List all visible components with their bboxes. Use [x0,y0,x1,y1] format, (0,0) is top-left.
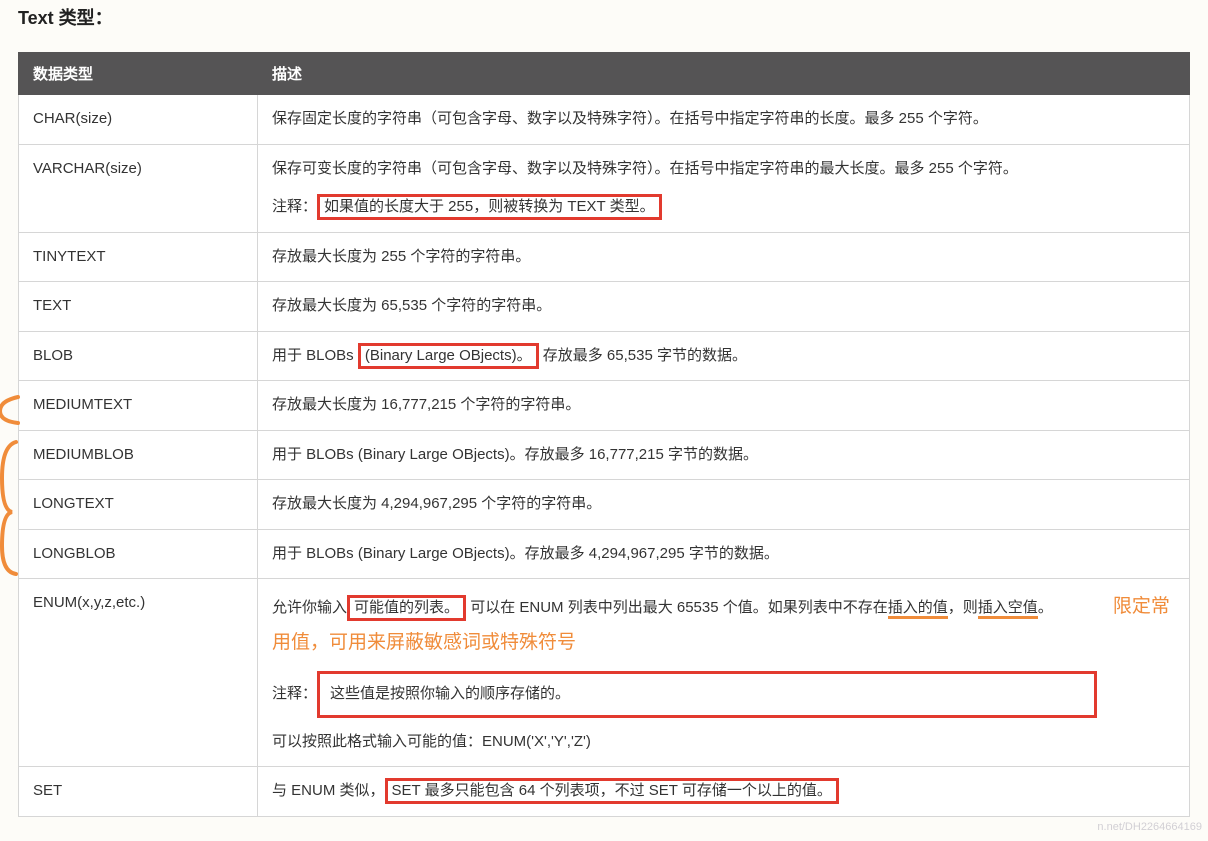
table-row: LONGBLOB 用于 BLOBs (Binary Large OBjects)… [19,529,1190,579]
highlight-box: (Binary Large OBjects)。 [358,343,539,369]
table-row: VARCHAR(size) 保存可变长度的字符串（可包含字母、数字以及特殊字符）… [19,144,1190,232]
cell-type: MEDIUMBLOB [19,430,258,480]
enum-example: 可以按照此格式输入可能的值：ENUM('X','Y','Z') [272,728,1175,757]
cell-type: LONGTEXT [19,480,258,530]
cell-desc: 存放最大长度为 16,777,215 个字符的字符串。 [258,381,1190,431]
cell-desc: 保存固定长度的字符串（可包含字母、数字以及特殊字符）。在括号中指定字符串的长度。… [258,95,1190,145]
cell-desc: 用于 BLOBs (Binary Large OBjects)。存放最多 16,… [258,430,1190,480]
underline-annotation: 插入空值 [978,599,1038,619]
cell-desc: 保存可变长度的字符串（可包含字母、数字以及特殊字符）。在括号中指定字符串的最大长… [258,144,1190,232]
enum-line1-end: 。 [1038,599,1053,616]
cell-desc: 存放最大长度为 65,535 个字符的字符串。 [258,282,1190,332]
table-row: SET 与 ENUM 类似，SET 最多只能包含 64 个列表项，不过 SET … [19,767,1190,817]
cell-desc: 存放最大长度为 255 个字符的字符串。 [258,232,1190,282]
cell-type: SET [19,767,258,817]
enum-line1: 允许你输入可能值的列表。 可以在 ENUM 列表中列出最大 65535 个值。如… [272,589,1175,661]
table-row: TINYTEXT 存放最大长度为 255 个字符的字符串。 [19,232,1190,282]
table-header-row: 数据类型 描述 [19,53,1190,95]
enum-note: 注释： 这些值是按照你输入的顺序存储的。 [272,671,1175,718]
cell-type: CHAR(size) [19,95,258,145]
cell-desc: 允许你输入可能值的列表。 可以在 ENUM 列表中列出最大 65535 个值。如… [258,579,1190,767]
cell-type: BLOB [19,331,258,381]
blob-post: 存放最多 65,535 字节的数据。 [543,347,747,364]
table-row: LONGTEXT 存放最大长度为 4,294,967,295 个字符的字符串。 [19,480,1190,530]
note-prefix: 注释： [272,198,317,215]
note-prefix: 注释： [272,685,317,702]
cell-desc: 存放最大长度为 4,294,967,295 个字符的字符串。 [258,480,1190,530]
cell-type: VARCHAR(size) [19,144,258,232]
th-type: 数据类型 [19,53,258,95]
enum-line1-mid: 可以在 ENUM 列表中列出最大 65535 个值。如果列表中不存在 [470,599,888,616]
table-row: ENUM(x,y,z,etc.) 允许你输入可能值的列表。 可以在 ENUM 列… [19,579,1190,767]
blob-pre: 用于 BLOBs [272,347,358,364]
annotation-bracket-icon [0,438,20,578]
annotation-curve-icon [0,395,22,425]
set-pre: 与 ENUM 类似， [272,782,385,799]
th-desc: 描述 [258,53,1190,95]
table-row: MEDIUMTEXT 存放最大长度为 16,777,215 个字符的字符串。 [19,381,1190,431]
enum-line1-mid2: ，则 [948,599,978,616]
varchar-note: 注释：如果值的长度大于 255，则被转换为 TEXT 类型。 [272,193,1175,222]
highlight-box-wide: 这些值是按照你输入的顺序存储的。 [317,671,1097,718]
cell-desc: 用于 BLOBs (Binary Large OBjects)。 存放最多 65… [258,331,1190,381]
highlight-box: SET 最多只能包含 64 个列表项，不过 SET 可存储一个以上的值。 [385,778,839,804]
cell-type: MEDIUMTEXT [19,381,258,431]
table-row: CHAR(size) 保存固定长度的字符串（可包含字母、数字以及特殊字符）。在括… [19,95,1190,145]
underline-annotation: 插入的值 [888,599,948,619]
cell-type: TINYTEXT [19,232,258,282]
enum-note-boxed-text: 这些值是按照你输入的顺序存储的。 [330,685,570,702]
datatype-table: 数据类型 描述 CHAR(size) 保存固定长度的字符串（可包含字母、数字以及… [18,52,1190,817]
cell-desc: 用于 BLOBs (Binary Large OBjects)。存放最多 4,2… [258,529,1190,579]
table-row: TEXT 存放最大长度为 65,535 个字符的字符串。 [19,282,1190,332]
table-row: MEDIUMBLOB 用于 BLOBs (Binary Large OBject… [19,430,1190,480]
cell-type: LONGBLOB [19,529,258,579]
cell-type: TEXT [19,282,258,332]
varchar-desc-main: 保存可变长度的字符串（可包含字母、数字以及特殊字符）。在括号中指定字符串的最大长… [272,155,1175,184]
section-heading: Text 类型： [18,0,1190,30]
cell-type: ENUM(x,y,z,etc.) [19,579,258,767]
cell-desc: 与 ENUM 类似，SET 最多只能包含 64 个列表项，不过 SET 可存储一… [258,767,1190,817]
highlight-box: 可能值的列表。 [347,595,466,621]
highlight-box: 如果值的长度大于 255，则被转换为 TEXT 类型。 [317,194,662,220]
table-row: BLOB 用于 BLOBs (Binary Large OBjects)。 存放… [19,331,1190,381]
enum-line1-pre: 允许你输入 [272,599,347,616]
